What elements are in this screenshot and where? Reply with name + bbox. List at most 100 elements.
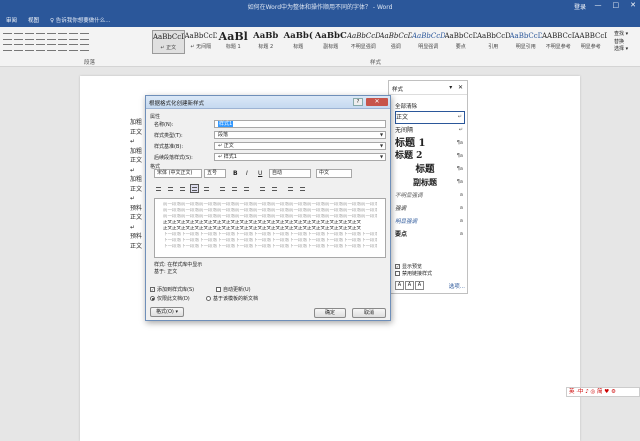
help-button[interactable]: ? [353,98,363,106]
styles-pane-item[interactable]: 要点 a [395,228,465,241]
type-select[interactable]: 段落 ▼ [214,131,386,139]
borders-icon[interactable] [80,44,89,51]
italic-button[interactable]: I [246,170,248,177]
align-left-icon[interactable] [154,184,163,193]
pane-close-icon[interactable]: ✕ [458,84,463,91]
new-style-icon[interactable]: A [395,281,404,290]
styles-pane-item[interactable]: 标题 2 ¶a [395,150,465,163]
bullets-icon[interactable] [3,33,12,40]
style-gallery-item[interactable]: AaBl 标题 1 [217,30,250,54]
line-spacing-icon[interactable] [58,44,67,51]
chinese-layout-icon[interactable] [58,33,67,40]
font-select[interactable]: 宋体 (中文正文) [154,169,202,178]
document-line[interactable]: 预料 [130,232,142,242]
tab-review[interactable]: 审阅 [6,16,17,24]
document-line[interactable]: ↵ [130,137,142,147]
style-gallery-item[interactable]: AaBbCcDc ↵ 无间隔 [185,30,218,54]
styles-pane-item[interactable]: 明显强调 a [395,215,465,228]
styles-pane-item[interactable]: 不明显强调 a [395,189,465,202]
maximize-button[interactable]: □ [613,1,620,9]
numbering-icon[interactable] [14,33,23,40]
style-gallery-item[interactable]: AaBbCcDi 强调 [380,30,413,54]
language-select[interactable]: 中文 [316,169,352,178]
show-preview-checkbox[interactable]: ✓ 显示预览 [395,264,432,271]
bold-button[interactable]: B [233,170,238,177]
dialog-close-button[interactable]: ✕ [366,98,388,106]
select-button[interactable]: 选择 ▾ [614,46,628,54]
style-gallery-item[interactable]: AaBbCcDc 明显引用 [510,30,543,54]
auto-update-checkbox[interactable]: 自动更新(U) [216,286,251,293]
document-line[interactable]: 正文 [130,156,142,166]
styles-pane-item[interactable]: 标题 ¶a [395,163,465,176]
align-center-icon[interactable] [166,184,175,193]
decrease-indent-icon[interactable] [286,184,295,193]
double-spacing-icon[interactable] [242,184,251,193]
clear-all-button[interactable]: 全部清除 [395,102,417,110]
style-gallery-item[interactable]: AaBbC 副标题 [315,30,348,54]
based-select[interactable]: ↵ 正文 ▼ [214,142,386,150]
style-gallery-item[interactable]: AaBbCcDc 要点 [445,30,478,54]
style-gallery-item[interactable]: AaBb 标题 2 [250,30,283,54]
style-inspector-icon[interactable]: A [405,281,414,290]
color-select[interactable]: 自动 [269,169,311,178]
format-menu-button[interactable]: 格式(O) ▾ [150,307,184,317]
options-link[interactable]: 选项... [449,282,465,290]
align-right-icon[interactable] [178,184,187,193]
style-gallery-item[interactable]: AaBbCcDi 明显强调 [412,30,445,54]
replace-button[interactable]: 替换 [614,39,628,47]
justify-icon[interactable] [36,44,45,51]
new-docs-radio[interactable]: 基于该模板的新文档 [206,295,258,302]
styles-pane-item[interactable]: 正文 ↵ [395,111,465,124]
ime-toolbar[interactable]: 英 ·中 ♪ ◎ 简 ♥ ⚙ [566,387,640,397]
distribute-icon[interactable] [47,44,56,51]
document-line[interactable]: ↵ [130,194,142,204]
show-marks-icon[interactable] [80,33,89,40]
styles-pane-item[interactable]: 标题 1 ¶a [395,137,465,150]
manage-styles-icon[interactable]: A [415,281,424,290]
disable-linked-checkbox[interactable]: 禁用链接样式 [395,271,432,278]
pane-options-icon[interactable]: ▾ [449,84,452,91]
space-after-icon[interactable] [270,184,279,193]
document-line[interactable]: 正文 [130,128,142,138]
close-window-button[interactable]: ✕ [630,1,636,9]
style-gallery-item[interactable]: AaBbCcDi 不明显强调 [347,30,380,54]
login-link[interactable]: 登录 [574,2,586,11]
document-line[interactable]: 正文 [130,242,142,252]
decrease-indent-icon[interactable] [36,33,45,40]
next-select[interactable]: ↵ 样式1 ▼ [214,153,386,161]
document-line[interactable]: 加粗 [130,175,142,185]
find-button[interactable]: 查找 ▾ [614,31,628,39]
name-input[interactable]: 样式1 [214,120,386,128]
underline-button[interactable]: U [258,170,262,177]
document-line[interactable]: 正文 [130,185,142,195]
justify-icon[interactable] [190,184,199,193]
styles-pane-item[interactable]: 无间隔 ↵ [395,124,465,137]
single-spacing-icon[interactable] [218,184,227,193]
style-gallery-item[interactable]: AaBbCcDc 引用 [477,30,510,54]
space-before-icon[interactable] [258,184,267,193]
add-to-gallery-checkbox[interactable]: ✓ 添加到样式库(S) [150,286,194,293]
align-right-icon[interactable] [25,44,34,51]
distribute-icon[interactable] [202,184,211,193]
only-this-doc-radio[interactable]: 仅限此文档(D) [150,295,190,302]
style-gallery-item[interactable]: AaBb(标题 [282,30,315,54]
document-line[interactable]: 加粗 [130,118,142,128]
document-line[interactable]: ↵ [130,166,142,176]
one-half-spacing-icon[interactable] [230,184,239,193]
document-line[interactable]: ↵ [130,223,142,233]
cancel-button[interactable]: 取消 [352,308,386,318]
minimize-button[interactable]: — [595,1,602,9]
style-gallery-item[interactable]: AABBCcDi 不明显参考 [542,30,575,54]
shading-icon[interactable] [69,44,78,51]
tab-view[interactable]: 视图 [28,16,39,24]
document-line[interactable]: 加粗 [130,147,142,157]
multilevel-list-icon[interactable] [25,33,34,40]
tell-me-input[interactable]: ♀ 告诉我你想要做什么... [50,16,111,24]
align-center-icon[interactable] [14,44,23,51]
document-line[interactable]: 正文 [130,213,142,223]
document-text[interactable]: 加粗 正文 ↵ 加粗 正文 ↵ 加粗 正文 ↵ 预料 正文 ↵ 预料 正文 [130,118,142,251]
ok-button[interactable]: 确定 [314,308,346,318]
increase-indent-icon[interactable] [298,184,307,193]
style-gallery-item[interactable]: AaBbCcDc ↵ 正文 [152,30,185,54]
sort-icon[interactable] [69,33,78,40]
